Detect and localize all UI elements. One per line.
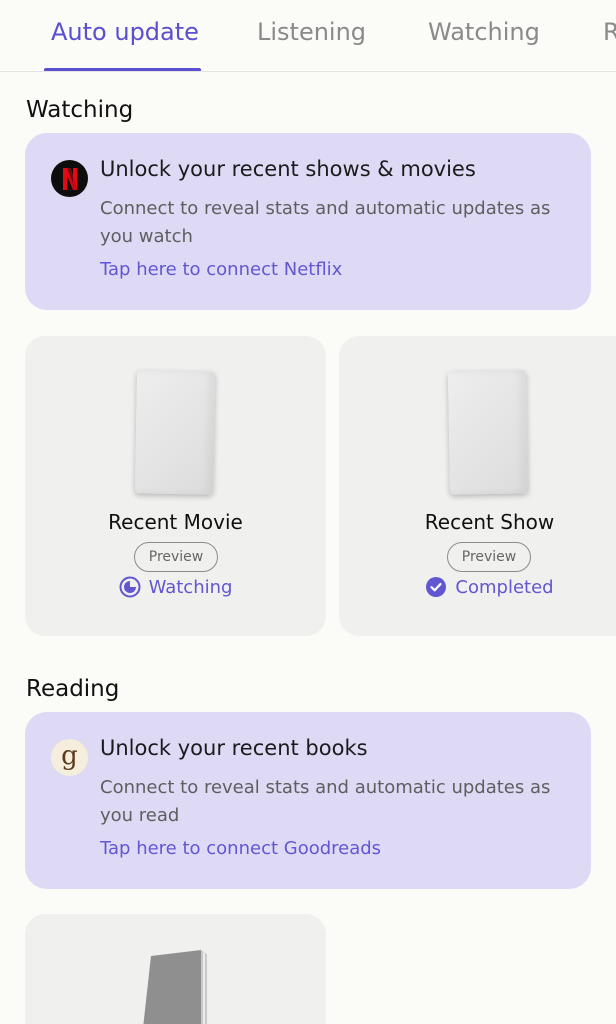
recent-movie-title: Recent Movie (108, 510, 243, 534)
connect-goodreads-link[interactable]: Tap here to connect Goodreads (100, 838, 381, 859)
active-tab-indicator (44, 68, 201, 71)
recent-movie-card[interactable]: Recent Movie Preview Watching (25, 336, 326, 636)
section-title-watching: Watching (26, 97, 134, 123)
book-cover-placeholder (143, 950, 207, 1024)
recent-book-card[interactable] (25, 914, 326, 1024)
movie-cover-placeholder (134, 370, 216, 495)
section-title-reading: Reading (26, 676, 120, 702)
netflix-card-heading: Unlock your recent shows & movies (100, 157, 476, 181)
goodreads-letter: g (61, 740, 78, 771)
netflix-connect-card[interactable]: Unlock your recent shows & movies Connec… (25, 133, 591, 310)
check-circle-icon (426, 577, 447, 597)
tab-auto-update[interactable]: Auto update (51, 18, 199, 46)
recent-show-title: Recent Show (424, 510, 555, 534)
goodreads-connect-card[interactable]: g Unlock your recent books Connect to re… (25, 712, 591, 889)
goodreads-card-heading: Unlock your recent books (100, 736, 368, 760)
tab-reading[interactable]: R (603, 18, 616, 46)
status-label: Watching (148, 576, 233, 598)
tab-listening[interactable]: Listening (257, 18, 366, 46)
netflix-icon (51, 160, 88, 197)
status-label: Completed (455, 576, 554, 598)
connect-netflix-link[interactable]: Tap here to connect Netflix (100, 259, 342, 280)
netflix-card-description: Connect to reveal stats and automatic up… (100, 198, 551, 247)
preview-badge: Preview (134, 542, 218, 572)
goodreads-card-description: Connect to reveal stats and automatic up… (100, 777, 551, 826)
preview-badge: Preview (447, 542, 531, 572)
completed-status: Completed (339, 576, 616, 598)
watching-status: Watching (25, 576, 326, 598)
tab-watching[interactable]: Watching (428, 18, 540, 46)
recent-show-card[interactable]: Recent Show Preview Completed (339, 336, 616, 636)
tab-bar: Auto update Listening Watching R (0, 0, 616, 72)
goodreads-icon: g (51, 739, 88, 776)
show-cover-placeholder (447, 370, 529, 495)
in-progress-icon (119, 576, 141, 598)
